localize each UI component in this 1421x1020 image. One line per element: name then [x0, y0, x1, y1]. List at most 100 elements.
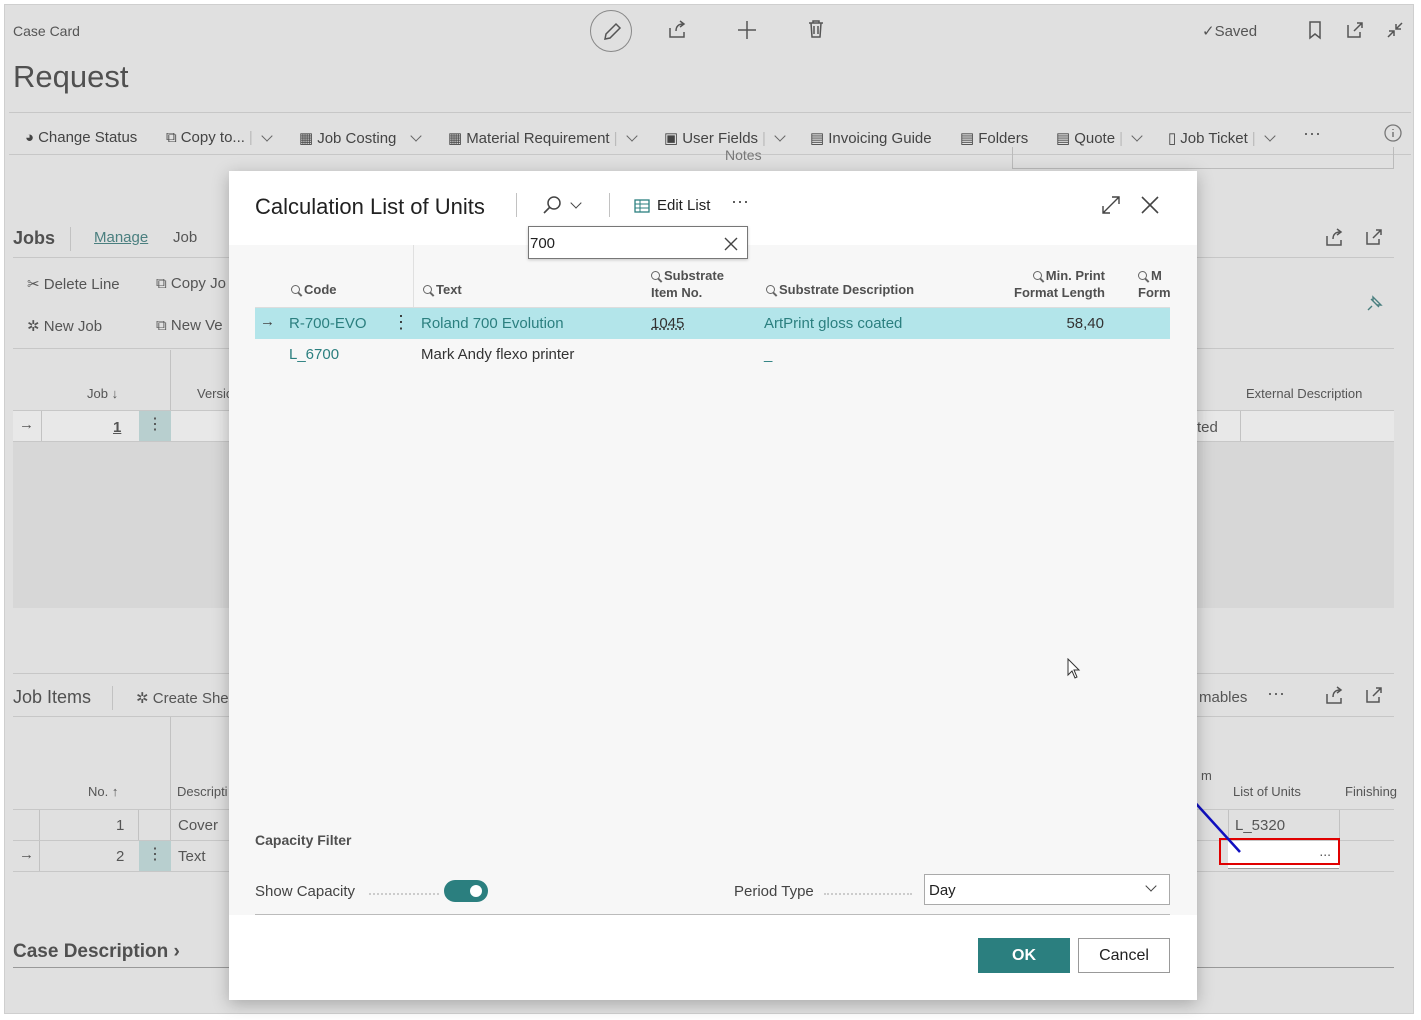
open-new-window-icon[interactable] — [1364, 227, 1384, 247]
row-description[interactable]: Text — [178, 848, 206, 865]
more-icon[interactable]: ··· — [731, 191, 749, 212]
notes-field[interactable] — [1012, 147, 1394, 169]
create-sheet-action[interactable]: ✲ Create She — [136, 689, 229, 707]
collapse-icon[interactable] — [1385, 20, 1405, 40]
delete-icon: ✂ — [27, 276, 40, 293]
info-icon[interactable] — [1383, 123, 1403, 143]
bookmark-icon[interactable] — [1307, 20, 1323, 40]
case-description-title[interactable]: Case Description › — [13, 941, 180, 963]
chevron-down-icon[interactable] — [774, 130, 786, 142]
col-no: No. ↑ — [88, 784, 119, 799]
col-next-partial[interactable]: M Form — [1138, 267, 1170, 301]
row-no: 1 — [116, 817, 125, 834]
row-code[interactable]: L_6700 — [289, 346, 339, 363]
change-status-action[interactable]: ◕ Change Status — [25, 129, 137, 146]
pencil-icon — [604, 22, 622, 40]
row-text[interactable]: Mark Andy flexo printer — [421, 346, 574, 363]
search-icon — [1032, 271, 1042, 280]
separator — [170, 350, 171, 410]
delete-line-action[interactable]: ✂ Delete Line — [27, 275, 120, 293]
expand-icon[interactable] — [1101, 195, 1121, 215]
col-code[interactable]: Code — [291, 281, 337, 298]
separator — [170, 717, 171, 809]
invoicing-guide-action[interactable]: ▤ Invoicing Guide — [810, 129, 932, 148]
chevron-down-icon[interactable] — [261, 129, 273, 142]
toggle-knob — [470, 885, 482, 897]
search-icon — [423, 285, 432, 294]
more-icon[interactable]: ··· — [1267, 683, 1285, 704]
chevron-right-icon: › — [173, 941, 180, 962]
table-row-selected[interactable]: → R-700-EVO ⋮ Roland 700 Evolution 1045 … — [255, 308, 1170, 339]
field-leader — [824, 885, 912, 895]
new-version-action[interactable]: ⧉ New Ve — [156, 317, 223, 334]
breadcrumb: Case Card — [13, 23, 80, 39]
user-fields-action[interactable]: ▣ User Fields | — [664, 129, 786, 147]
chevron-down-icon[interactable] — [625, 130, 638, 142]
new-job-action[interactable]: ✲ New Job — [27, 317, 102, 335]
job-number[interactable]: 1 — [113, 419, 121, 436]
page-title: Request — [13, 59, 129, 94]
ok-button[interactable]: OK — [978, 938, 1070, 973]
col-job: Job ↓ — [87, 386, 119, 401]
material-requirement-action[interactable]: ▦ Material Requirement | — [448, 129, 638, 147]
trash-icon[interactable] — [807, 19, 825, 39]
tab-manage[interactable]: Manage — [94, 229, 148, 246]
copy-job-action[interactable]: ⧉ Copy Jo — [156, 275, 226, 292]
notes-label: Notes — [725, 147, 762, 163]
col-substrate-description[interactable]: Substrate Description — [766, 281, 914, 298]
folders-action[interactable]: ▤ Folders — [960, 129, 1028, 148]
consumables-action[interactable]: mables — [1199, 689, 1247, 706]
close-icon[interactable] — [1140, 195, 1160, 215]
chevron-down-icon[interactable] — [410, 130, 423, 142]
job-costing-action[interactable]: ▦ Job Costing — [299, 129, 423, 147]
document-icon: ▤ — [810, 130, 825, 147]
clear-search-icon[interactable] — [724, 237, 738, 251]
search-box — [528, 226, 748, 259]
job-ticket-action[interactable]: ▯ Job Ticket | — [1168, 129, 1276, 147]
search-input[interactable] — [530, 231, 710, 255]
open-new-window-icon[interactable] — [1364, 685, 1384, 705]
row-substrate-description[interactable]: ArtPrint gloss coated — [764, 315, 902, 332]
row-substrate-description[interactable]: _ — [764, 346, 772, 363]
quote-icon: ▤ — [1056, 130, 1071, 147]
col-substrate-item-no[interactable]: Substrate Item No. — [651, 267, 724, 301]
show-capacity-toggle[interactable] — [444, 880, 488, 902]
separator — [39, 841, 40, 871]
copy-icon: ⧉ — [156, 275, 167, 292]
row-menu-icon[interactable]: ⋮ — [392, 312, 410, 333]
user-fields-icon: ▣ — [664, 130, 679, 147]
row-menu-icon[interactable]: ⋮ — [139, 841, 171, 871]
col-text[interactable]: Text — [423, 281, 462, 298]
separator — [170, 810, 171, 840]
calculation-list-of-units-dialog: Calculation List of Units Edit List ··· … — [229, 171, 1197, 1000]
separator — [516, 193, 517, 217]
row-item-no[interactable]: 1045 — [651, 315, 684, 332]
table-row[interactable]: L_6700 Mark Andy flexo printer _ — [255, 339, 1170, 370]
more-actions-icon[interactable]: ··· — [1303, 123, 1321, 144]
row-code[interactable]: R-700-EVO — [289, 315, 367, 332]
row-min-print: 58,40 — [1066, 315, 1104, 332]
chevron-down-icon[interactable] — [1131, 130, 1143, 142]
row-menu-icon[interactable]: ⋮ — [139, 411, 171, 441]
cancel-button[interactable]: Cancel — [1078, 938, 1170, 973]
plus-icon[interactable] — [737, 20, 757, 40]
share-icon[interactable] — [1324, 685, 1346, 705]
edit-button[interactable] — [590, 10, 632, 52]
search-toggle[interactable] — [542, 195, 582, 215]
pin-icon[interactable] — [1364, 294, 1384, 314]
dialog-footer: OK Cancel — [229, 915, 1197, 1000]
copy-to-action[interactable]: ⧉ Copy to... | — [166, 129, 273, 146]
chevron-down-icon[interactable] — [1264, 130, 1276, 142]
dialog-title: Calculation List of Units — [255, 194, 485, 219]
row-text[interactable]: Roland 700 Evolution — [421, 315, 564, 332]
share-icon[interactable] — [1324, 227, 1346, 247]
tab-job[interactable]: Job — [173, 229, 197, 246]
share-icon[interactable] — [667, 19, 689, 39]
open-new-window-icon[interactable] — [1345, 20, 1365, 40]
period-type-select[interactable]: Day — [924, 874, 1170, 905]
separator — [39, 810, 40, 840]
col-min-print-format-length[interactable]: Min. Print Format Length — [1014, 267, 1105, 301]
row-description[interactable]: Cover — [178, 817, 218, 834]
edit-list-button[interactable]: Edit List — [634, 197, 710, 214]
quote-action[interactable]: ▤ Quote | — [1056, 129, 1143, 147]
